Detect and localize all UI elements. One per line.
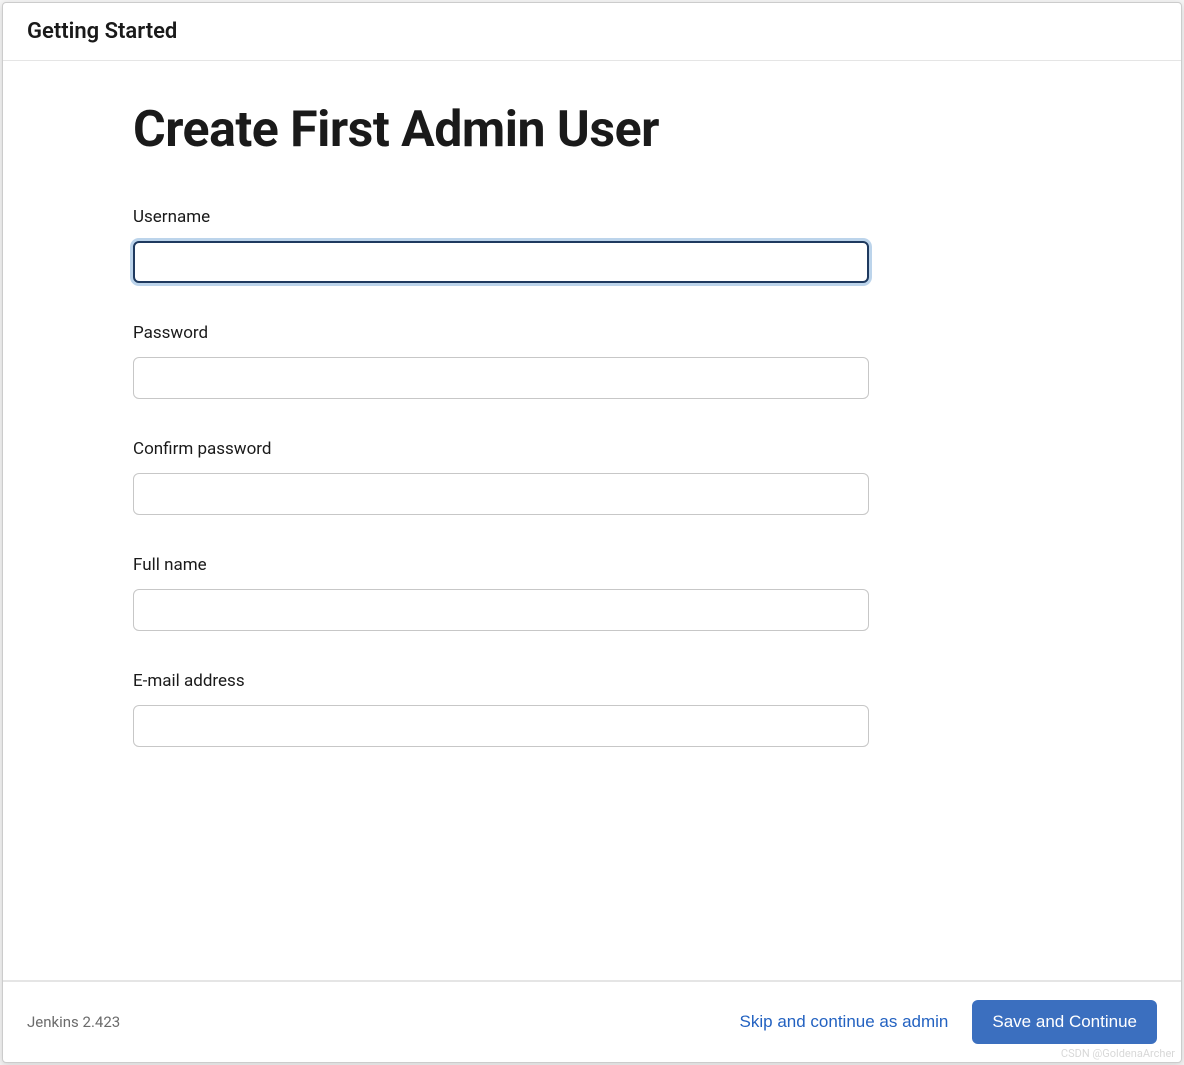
content-area: Create First Admin User Username Passwor… (3, 61, 1181, 980)
confirm-password-label: Confirm password (133, 439, 1051, 459)
header-title: Getting Started (27, 19, 1157, 44)
password-label: Password (133, 323, 1051, 343)
footer: Jenkins 2.423 Skip and continue as admin… (3, 981, 1181, 1062)
full-name-label: Full name (133, 555, 1051, 575)
version-text: Jenkins 2.423 (27, 1013, 120, 1031)
form-group-password: Password (133, 323, 1051, 399)
full-name-input[interactable] (133, 589, 869, 631)
email-input[interactable] (133, 705, 869, 747)
username-input[interactable] (133, 241, 869, 283)
form-group-email: E-mail address (133, 671, 1051, 747)
email-label: E-mail address (133, 671, 1051, 691)
form-group-confirm-password: Confirm password (133, 439, 1051, 515)
form-group-username: Username (133, 207, 1051, 283)
skip-button[interactable]: Skip and continue as admin (736, 1004, 953, 1040)
footer-actions: Skip and continue as admin Save and Cont… (736, 1000, 1157, 1044)
username-label: Username (133, 207, 1051, 227)
save-continue-button[interactable]: Save and Continue (972, 1000, 1157, 1044)
page-title: Create First Admin User (133, 101, 1051, 159)
confirm-password-input[interactable] (133, 473, 869, 515)
header: Getting Started (3, 3, 1181, 61)
form-group-full-name: Full name (133, 555, 1051, 631)
setup-wizard-window: Getting Started Create First Admin User … (2, 2, 1182, 1063)
password-input[interactable] (133, 357, 869, 399)
